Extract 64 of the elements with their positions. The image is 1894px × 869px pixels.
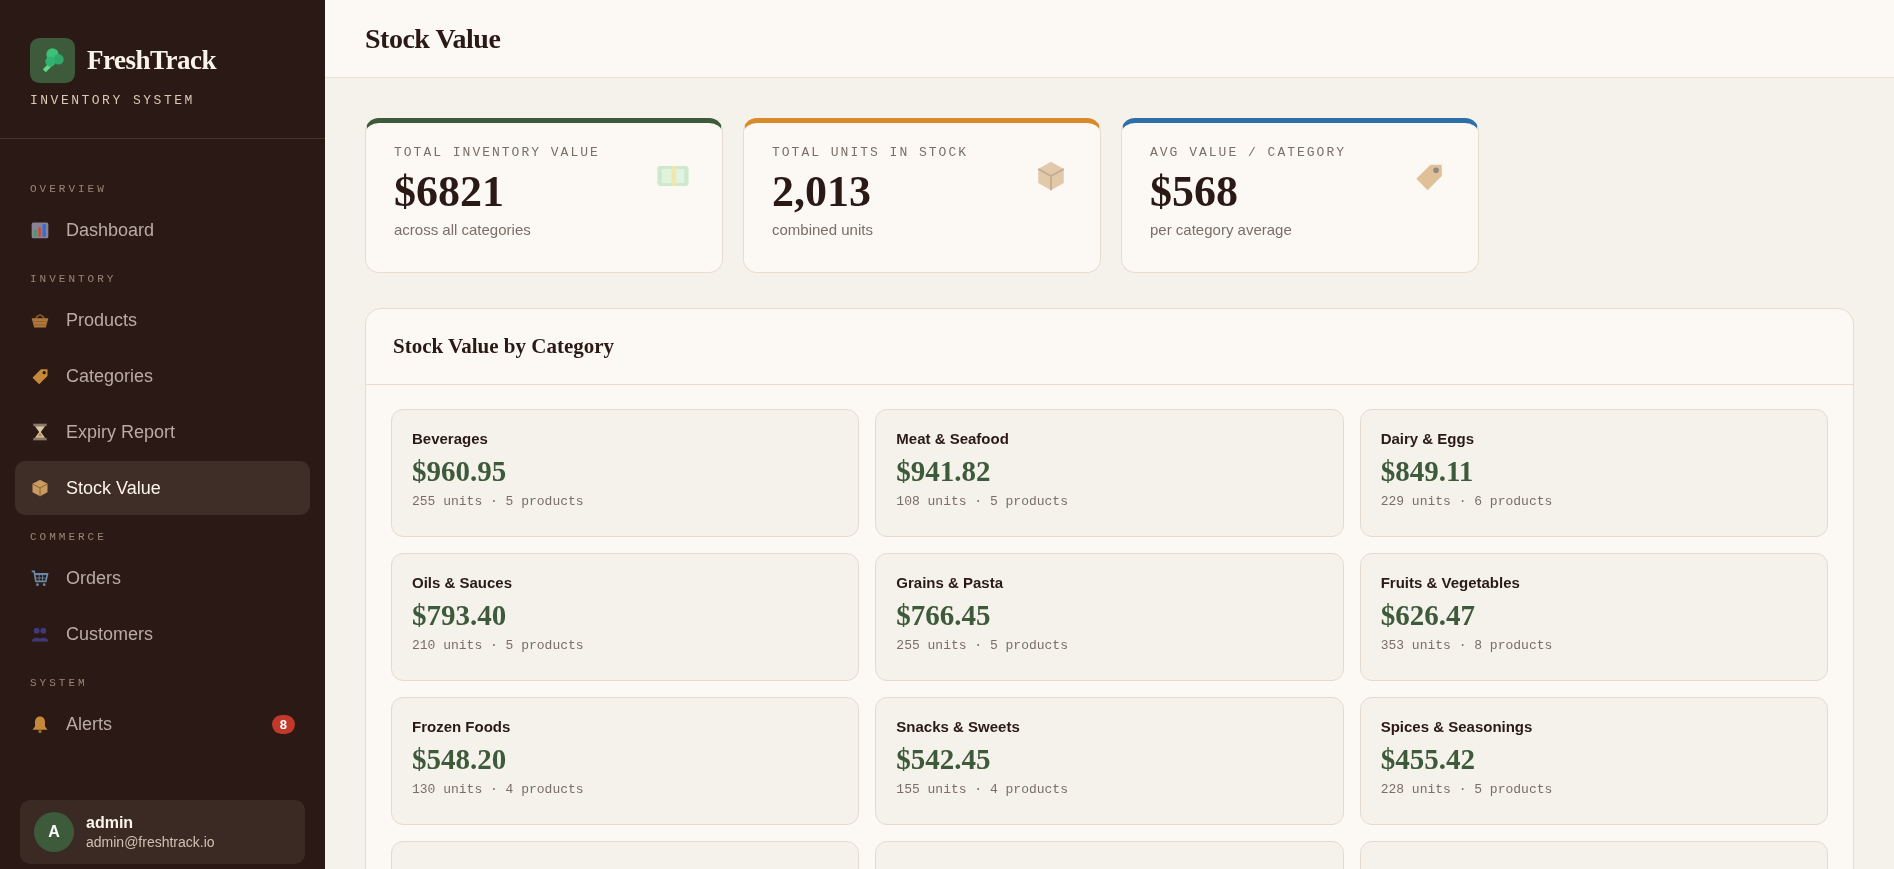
stat-note: combined units (772, 221, 874, 238)
page-title: Stock Value (365, 22, 501, 55)
stat-value: 2,013 (772, 166, 871, 217)
section-heading: SYSTEM (29, 677, 89, 689)
category-name: Meat & Seafood (896, 430, 1010, 447)
section-heading: INVENTORY (29, 273, 118, 285)
chart-icon (30, 220, 50, 240)
category-name: Spices & Seasonings (1380, 718, 1534, 735)
stat-label: TOTAL UNITS IN STOCK (772, 145, 970, 160)
category-meta: 255 units · 5 products (896, 638, 1069, 653)
sidebar-item[interactable]: Expiry Report (15, 405, 310, 459)
hourglass-icon (30, 422, 50, 442)
category-value: $941.82 (896, 455, 992, 488)
sidebar-item[interactable]: Orders (15, 551, 310, 605)
sidebar-item[interactable]: Alerts 8 (15, 697, 310, 751)
category-name: Grains & Pasta (896, 574, 1005, 591)
category-meta: 353 units · 8 products (1380, 638, 1554, 653)
category-value: $766.45 (896, 599, 992, 632)
category-value: $626.47 (1380, 599, 1476, 632)
category-name: Frozen Foods (412, 718, 512, 735)
category-name: Oils & Sauces (412, 574, 514, 591)
sidebar-item[interactable]: Customers (15, 607, 310, 661)
category-value: $542.45 (896, 743, 992, 776)
category-value: $793.40 (412, 599, 508, 632)
app-subtitle: INVENTORY SYSTEM (30, 93, 196, 108)
category-meta: 210 units · 5 products (412, 638, 585, 653)
category-meta: 255 units · 5 products (412, 494, 585, 509)
sidebar-item[interactable]: Products (15, 293, 310, 347)
stat-label: TOTAL INVENTORY VALUE (394, 145, 601, 160)
category-meta: 130 units · 4 products (412, 782, 585, 797)
category-meta: 108 units · 5 products (896, 494, 1069, 509)
category-name: Fruits & Vegetables (1380, 574, 1521, 591)
bell-icon (30, 714, 50, 734)
section-heading: OVERVIEW (29, 183, 108, 195)
category-meta: 229 units · 6 products (1380, 494, 1554, 509)
sidebar-item[interactable]: Dashboard (15, 203, 310, 257)
section-heading: COMMERCE (29, 531, 108, 543)
category-name: Dairy & Eggs (1380, 430, 1476, 447)
category-meta: 155 units · 4 products (896, 782, 1069, 797)
category-name: Snacks & Sweets (896, 718, 1021, 735)
category-meta: 228 units · 5 products (1380, 782, 1554, 797)
user-name: admin (86, 814, 135, 832)
stat-value: $6821 (394, 166, 504, 217)
cart-icon (30, 568, 50, 588)
count-badge: 8 (271, 714, 295, 734)
app-name: FreshTrack (87, 45, 216, 76)
category-value: $960.95 (412, 455, 508, 488)
avatar: A (34, 812, 74, 852)
sidebar-item[interactable]: Stock Value (15, 461, 310, 515)
stat-note: across all categories (394, 221, 532, 238)
user-card[interactable]: A admin admin@freshtrack.io (20, 799, 305, 864)
stat-note: per category average (1150, 221, 1293, 238)
category-name: Beverages (412, 430, 489, 447)
sidebar-item[interactable]: Categories (15, 349, 310, 403)
category-value: $548.20 (412, 743, 508, 776)
category-value: $849.11 (1380, 455, 1475, 488)
stat-label: AVG VALUE / CATEGORY (1150, 145, 1348, 160)
user-email: admin@freshtrack.io (86, 834, 215, 850)
box-icon (30, 478, 50, 498)
tag-icon (30, 366, 50, 386)
broccoli-logo-icon (30, 38, 75, 83)
category-value: $455.42 (1380, 743, 1476, 776)
stat-value: $568 (1150, 166, 1238, 217)
panel-title: Stock Value by Category (393, 334, 615, 359)
